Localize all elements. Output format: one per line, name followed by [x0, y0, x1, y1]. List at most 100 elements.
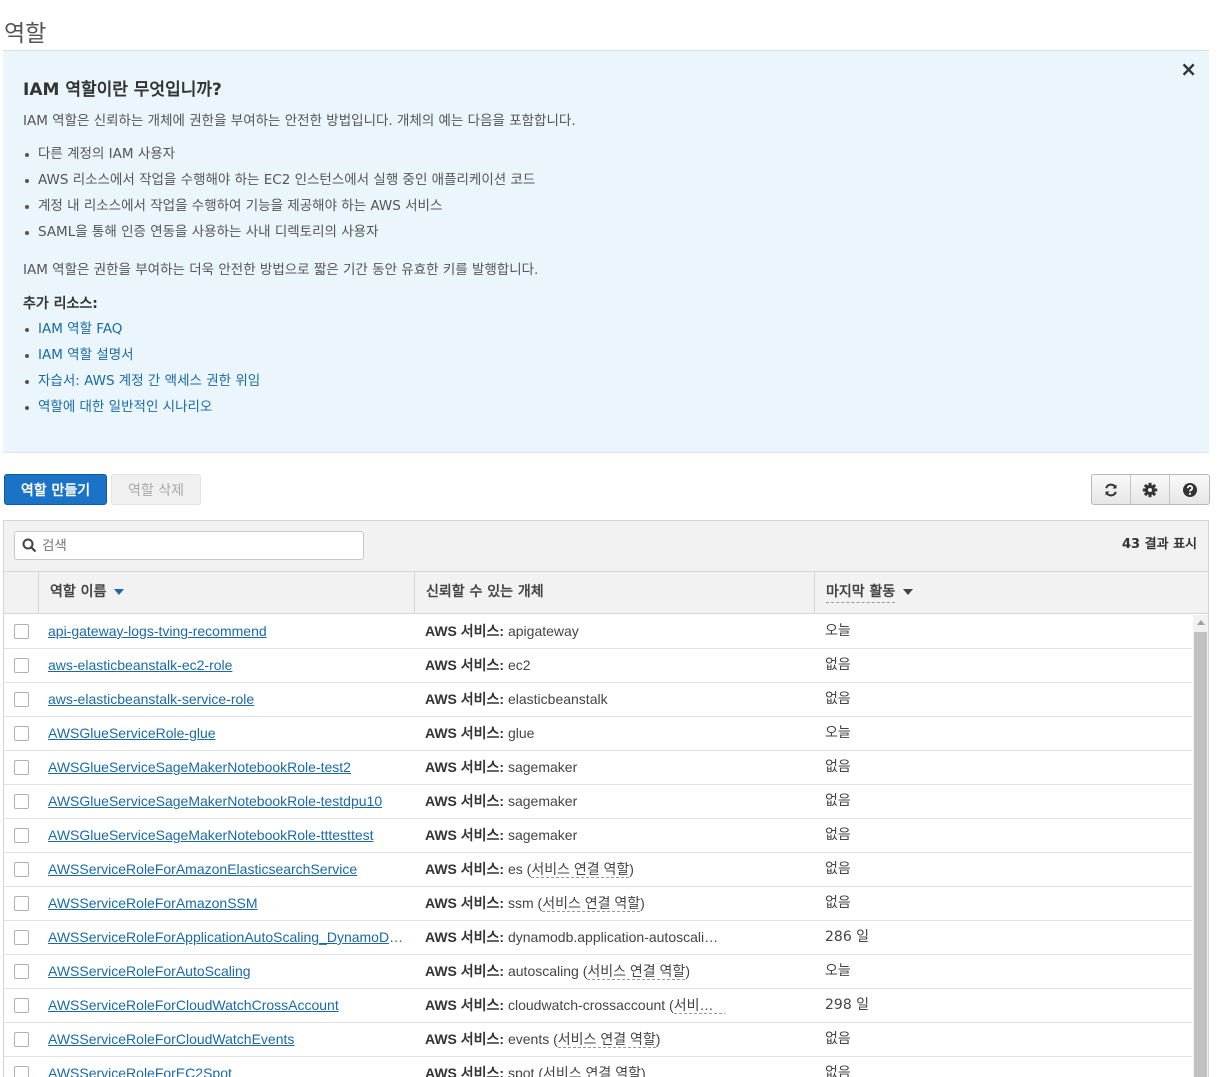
- resource-link-docs[interactable]: IAM 역할 설명서: [38, 347, 134, 363]
- role-name-link[interactable]: AWSServiceRoleForAmazonSSM: [48, 887, 408, 920]
- role-name-link[interactable]: AWSServiceRoleForAutoScaling: [48, 955, 408, 988]
- last-activity: 오늘: [825, 963, 851, 979]
- table-row[interactable]: aws-elasticbeanstalk-ec2-role AWS 서비스: ec…: [4, 649, 1192, 683]
- trusted-entity-service: sagemaker: [507, 793, 578, 809]
- table-row[interactable]: AWSGlueServiceSageMakerNotebookRole-test…: [4, 785, 1192, 819]
- service-linked-role-label: 서비스 연결 역할: [557, 1031, 656, 1048]
- resources-list: IAM 역할 FAQ IAM 역할 설명서 자습서: AWS 계정 간 액세스 …: [23, 316, 260, 420]
- trusted-entity-service: elasticbeanstalk: [507, 691, 608, 707]
- role-name-link[interactable]: AWSGlueServiceSageMakerNotebookRole-test…: [48, 785, 408, 818]
- role-name-link[interactable]: AWSGlueServiceRole-glue: [48, 717, 408, 750]
- row-checkbox[interactable]: [14, 658, 29, 673]
- roles-table: 43 결과 표시 역할 이름 신뢰할 수 있는 개체 마지막 활동 api-ga…: [3, 520, 1209, 1077]
- row-checkbox[interactable]: [14, 896, 29, 911]
- list-item: SAML을 통해 인증 연동을 사용하는 사내 디렉토리의 사용자: [23, 219, 535, 245]
- resource-link-tutorial[interactable]: 자습서: AWS 계정 간 액세스 권한 위임: [38, 373, 260, 389]
- role-name-link[interactable]: AWSServiceRoleForCloudWatchCrossAccount: [48, 989, 408, 1022]
- trusted-entity-service: ec2: [507, 657, 531, 673]
- settings-button[interactable]: [1131, 475, 1170, 504]
- column-header-activity[interactable]: 마지막 활동: [814, 572, 1208, 614]
- trusted-entity-type: AWS 서비스:: [425, 963, 505, 979]
- role-name-link[interactable]: AWSServiceRoleForAmazonElasticsearchServ…: [48, 853, 408, 886]
- trusted-entity-service: sagemaker: [507, 827, 578, 843]
- create-role-button[interactable]: 역할 만들기: [4, 474, 107, 505]
- row-checkbox[interactable]: [14, 692, 29, 707]
- trusted-entity-type: AWS 서비스:: [425, 657, 505, 673]
- row-checkbox[interactable]: [14, 760, 29, 775]
- table-row[interactable]: AWSServiceRoleForCloudWatchCrossAccount A…: [4, 989, 1192, 1023]
- resource-link-scenarios[interactable]: 역할에 대한 일반적인 시나리오: [38, 399, 212, 415]
- service-linked-role-label: 서비스 연결 역할: [673, 997, 725, 1014]
- scrollbar[interactable]: [1193, 615, 1208, 1077]
- table-body: api-gateway-logs-tving-recommend AWS 서비스:…: [4, 615, 1192, 1077]
- row-checkbox[interactable]: [14, 828, 29, 843]
- role-name-link[interactable]: AWSServiceRoleForCloudWatchEvents: [48, 1023, 408, 1056]
- last-activity: 없음: [825, 827, 851, 843]
- trusted-entity: AWS 서비스: events (서비스 연결 역할): [425, 1031, 661, 1048]
- row-checkbox[interactable]: [14, 1032, 29, 1047]
- role-name-link[interactable]: api-gateway-logs-tving-recommend: [48, 615, 408, 648]
- role-name-link[interactable]: AWSGlueServiceSageMakerNotebookRole-ttte…: [48, 819, 408, 852]
- row-checkbox[interactable]: [14, 624, 29, 639]
- delete-role-button[interactable]: 역할 삭제: [111, 474, 201, 505]
- list-item: 계정 내 리소스에서 작업을 수행하여 기능을 제공해야 하는 AWS 서비스: [23, 193, 535, 219]
- scrollbar-thumb[interactable]: [1194, 632, 1207, 1077]
- trusted-entity-service: apigateway: [507, 623, 579, 639]
- trusted-entity: AWS 서비스: sagemaker: [425, 751, 725, 784]
- row-checkbox[interactable]: [14, 1066, 29, 1077]
- table-row[interactable]: aws-elasticbeanstalk-service-role AWS 서비스…: [4, 683, 1192, 717]
- refresh-button[interactable]: [1092, 475, 1131, 504]
- column-header-label: 역할 이름: [50, 584, 107, 600]
- table-row[interactable]: AWSServiceRoleForApplicationAutoScaling_…: [4, 921, 1192, 955]
- refresh-icon: [1105, 483, 1117, 496]
- list-item: 역할에 대한 일반적인 시나리오: [23, 394, 260, 420]
- role-name-link[interactable]: aws-elasticbeanstalk-service-role: [48, 683, 408, 716]
- column-header-label: 신뢰할 수 있는 개체: [426, 584, 544, 600]
- table-row[interactable]: AWSServiceRoleForAmazonSSM AWS 서비스: ssm (…: [4, 887, 1192, 921]
- table-row[interactable]: AWSServiceRoleForEC2Spot AWS 서비스: spot (서…: [4, 1057, 1192, 1077]
- row-checkbox[interactable]: [14, 930, 29, 945]
- trusted-entity-type: AWS 서비스:: [425, 1031, 505, 1047]
- table-row[interactable]: AWSServiceRoleForAutoScaling AWS 서비스: aut…: [4, 955, 1192, 989]
- help-icon: [1182, 482, 1197, 497]
- list-item: IAM 역할 설명서: [23, 342, 260, 368]
- search-input[interactable]: [40, 535, 350, 557]
- trusted-entity-service: events: [507, 1031, 550, 1047]
- info-panel: × IAM 역할이란 무엇입니까? IAM 역할은 신뢰하는 개체에 권한을 부…: [3, 51, 1209, 453]
- role-name-link[interactable]: AWSGlueServiceSageMakerNotebookRole-test…: [48, 751, 408, 784]
- info-intro: IAM 역할은 신뢰하는 개체에 권한을 부여하는 안전한 방법입니다. 개체의…: [23, 113, 576, 129]
- row-checkbox[interactable]: [14, 964, 29, 979]
- table-row[interactable]: AWSGlueServiceSageMakerNotebookRole-test…: [4, 751, 1192, 785]
- trusted-entity-type: AWS 서비스:: [425, 691, 505, 707]
- column-header-name[interactable]: 역할 이름: [38, 572, 415, 614]
- scroll-up-arrow[interactable]: [1197, 620, 1205, 625]
- service-linked-role-label: 서비스 연결 역할: [542, 895, 641, 912]
- last-activity: 없음: [825, 691, 851, 707]
- table-row[interactable]: AWSServiceRoleForAmazonElasticsearchServ…: [4, 853, 1192, 887]
- role-name-link[interactable]: AWSServiceRoleForEC2Spot: [48, 1057, 408, 1077]
- table-row[interactable]: AWSServiceRoleForCloudWatchEvents AWS 서비스…: [4, 1023, 1192, 1057]
- role-name-link[interactable]: aws-elasticbeanstalk-ec2-role: [48, 649, 408, 682]
- row-checkbox[interactable]: [14, 794, 29, 809]
- help-button[interactable]: [1170, 475, 1209, 504]
- row-checkbox[interactable]: [14, 726, 29, 741]
- resource-link-faq[interactable]: IAM 역할 FAQ: [38, 321, 122, 337]
- list-item: 자습서: AWS 계정 간 액세스 권한 위임: [23, 368, 260, 394]
- trusted-entity-type: AWS 서비스:: [425, 1065, 505, 1077]
- list-item: 다른 계정의 IAM 사용자: [23, 141, 535, 167]
- table-row[interactable]: api-gateway-logs-tving-recommend AWS 서비스:…: [4, 615, 1192, 649]
- close-icon[interactable]: ×: [1180, 57, 1197, 81]
- last-activity: 없음: [825, 1031, 851, 1047]
- table-row[interactable]: AWSGlueServiceRole-glue AWS 서비스: glue 오늘: [4, 717, 1192, 751]
- row-checkbox[interactable]: [14, 998, 29, 1013]
- last-activity: 오늘: [825, 725, 851, 741]
- trusted-entity: AWS 서비스: cloudwatch-crossaccount (서비스 연결…: [425, 989, 725, 1022]
- trusted-entity-service: ssm: [507, 895, 534, 911]
- role-name-link[interactable]: AWSServiceRoleForApplicationAutoScaling_…: [48, 921, 408, 954]
- results-count: 43 결과 표시: [1122, 537, 1197, 552]
- service-linked-role-label: 서비스 연결 역할: [587, 963, 686, 980]
- table-row[interactable]: AWSGlueServiceSageMakerNotebookRole-ttte…: [4, 819, 1192, 853]
- row-checkbox[interactable]: [14, 862, 29, 877]
- trusted-entity-type: AWS 서비스:: [425, 623, 505, 639]
- trusted-entity-type: AWS 서비스:: [425, 997, 505, 1013]
